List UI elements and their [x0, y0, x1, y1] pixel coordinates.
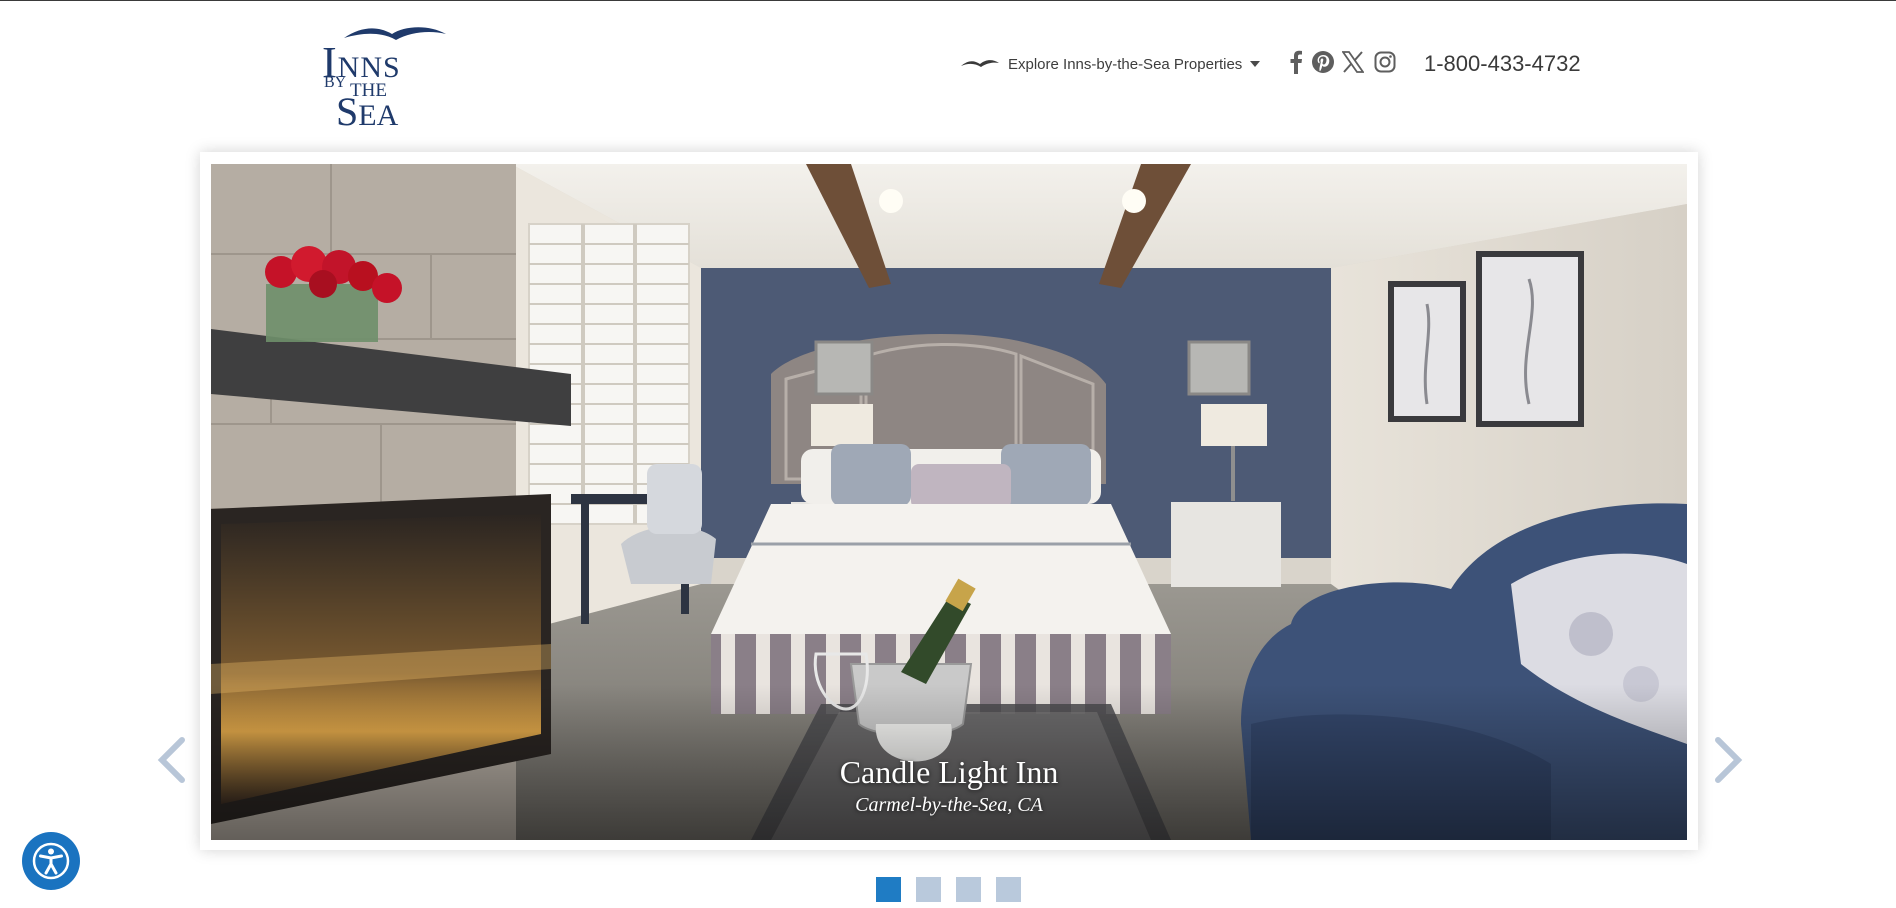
- hero-slide[interactable]: Candle Light Inn Carmel-by-the-Sea, CA: [211, 164, 1687, 840]
- slide-subtitle: Carmel-by-the-Sea, CA: [855, 794, 1043, 816]
- slide-title: Candle Light Inn: [839, 754, 1059, 790]
- next-slide-button[interactable]: [1710, 736, 1746, 784]
- phone-number-link[interactable]: 1-800-433-4732: [1424, 51, 1581, 77]
- chevron-left-icon: [157, 737, 185, 783]
- pinterest-icon[interactable]: [1310, 48, 1336, 76]
- caret-down-icon: [1250, 61, 1261, 67]
- accessibility-icon: [32, 842, 70, 880]
- hotel-room-photo: [211, 164, 1687, 840]
- carousel-dot-3[interactable]: [956, 877, 981, 902]
- logo-word-sea: SEA: [336, 89, 399, 134]
- carousel-pagination: [876, 877, 1021, 902]
- explore-properties-dropdown[interactable]: Explore Inns-by-the-Sea Properties: [960, 52, 1261, 76]
- logo[interactable]: INNS BY THE SEA: [322, 24, 448, 134]
- chevron-right-icon: [1715, 737, 1743, 783]
- carousel-dot-2[interactable]: [916, 877, 941, 902]
- accessibility-button[interactable]: [22, 832, 80, 890]
- previous-slide-button[interactable]: [154, 736, 190, 784]
- facebook-icon[interactable]: [1286, 48, 1306, 76]
- seagull-icon: [961, 60, 999, 67]
- top-border: [0, 0, 1896, 1]
- instagram-icon[interactable]: [1372, 48, 1398, 76]
- carousel-dot-1[interactable]: [876, 877, 901, 902]
- explore-properties-label: Explore Inns-by-the-Sea Properties: [1008, 55, 1243, 73]
- x-icon[interactable]: [1341, 48, 1365, 76]
- carousel-dot-4[interactable]: [996, 877, 1021, 902]
- slide-caption: Candle Light Inn Carmel-by-the-Sea, CA: [211, 752, 1687, 818]
